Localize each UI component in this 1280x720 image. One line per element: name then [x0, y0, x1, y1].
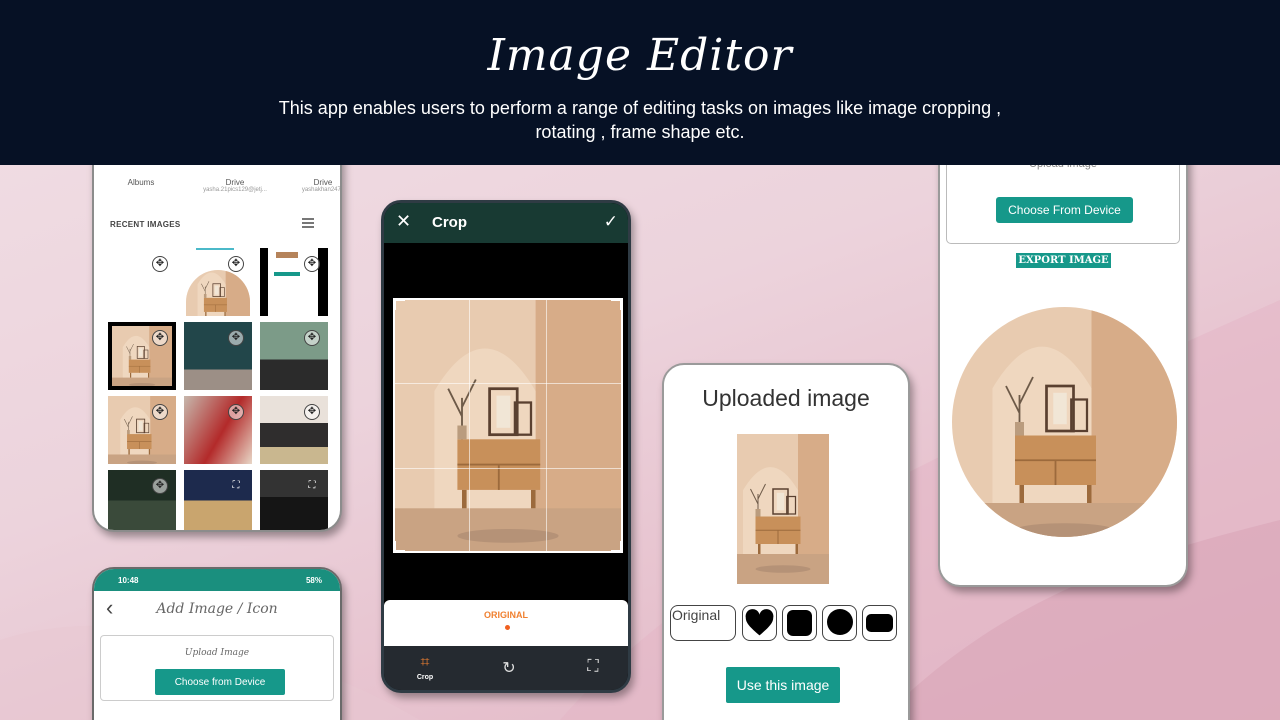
uploaded-image-phone: Uploaded image Original Use this image [662, 363, 910, 720]
select-icon[interactable]: ✥ [152, 256, 168, 272]
select-icon[interactable]: ✥ [228, 404, 244, 420]
confirm-check-icon[interactable]: ✓ [604, 212, 618, 232]
upload-card: Upload Image Choose from Device [100, 635, 334, 701]
list-view-icon[interactable] [302, 218, 314, 228]
selected-indicator [505, 625, 510, 630]
source-drive-2[interactable]: Drive yashakhan2478 [284, 178, 342, 193]
heart-shape-option[interactable] [742, 605, 777, 641]
select-icon[interactable]: ✥ [152, 404, 168, 420]
fit-icon: ⛶ [587, 658, 599, 675]
heart-icon [745, 609, 774, 636]
gallery-thumb[interactable]: ✥ [260, 396, 328, 464]
gallery-thumb[interactable]: ⛶ [260, 470, 328, 530]
select-icon[interactable]: ✥ [228, 256, 244, 272]
crop-icon: ⌗ [420, 654, 430, 671]
export-phone: Upload image Choose From Device EXPORT I… [938, 120, 1188, 587]
status-time: 10:48 [118, 576, 139, 585]
choose-from-device-button[interactable]: Choose from Device [155, 669, 285, 695]
select-icon[interactable]: ✥ [152, 478, 168, 494]
crop-handle[interactable] [611, 541, 623, 553]
recent-images-label: RECENT IMAGES [110, 220, 181, 229]
crop-handle[interactable] [393, 298, 405, 310]
status-battery: 58% [305, 576, 322, 585]
select-icon[interactable]: ✥ [152, 330, 168, 346]
gallery-thumb[interactable]: ✥ [108, 470, 176, 530]
rotate-tool[interactable]: ↻ [496, 658, 522, 678]
fit-tool[interactable]: ⛶ [580, 658, 606, 676]
select-icon[interactable]: ✥ [304, 404, 320, 420]
expand-icon[interactable]: ⛶ [228, 478, 244, 494]
gallery-thumb[interactable]: ✥ [108, 396, 176, 464]
source-account: yashakhan2478 [301, 187, 342, 193]
source-albums[interactable]: Albums [112, 178, 170, 187]
gallery-thumb[interactable]: ✥ [108, 322, 176, 390]
uploaded-preview [737, 434, 829, 584]
close-icon[interactable]: ✕ [396, 211, 411, 232]
page-title: Image Editor [487, 30, 793, 81]
circle-shape-option[interactable] [822, 605, 857, 641]
aspect-ratio-bar: ORIGINAL [384, 600, 628, 646]
crop-handle[interactable] [611, 298, 623, 310]
source-label: Drive [225, 178, 245, 187]
expand-icon[interactable]: ⛶ [304, 478, 320, 494]
header-banner: Image Editor This app enables users to p… [0, 0, 1280, 165]
rotate-icon: ↻ [502, 660, 516, 677]
crop-phone: ✕ Crop ✓ ORIGINAL ⌗ Crop ↻ ⛶ [381, 200, 631, 693]
rounded-square-icon [787, 610, 812, 636]
gallery-thumb[interactable]: ✥ [184, 322, 252, 390]
use-this-image-button[interactable]: Use this image [726, 667, 840, 703]
gallery-thumb[interactable]: ✥ [108, 248, 176, 316]
crop-handle[interactable] [393, 541, 405, 553]
rounded-square-shape-option[interactable] [782, 605, 817, 641]
gallery-thumb[interactable]: ✥ [260, 248, 328, 316]
export-image-button[interactable]: EXPORT IMAGE [1016, 253, 1111, 268]
choose-from-device-button[interactable]: Choose From Device [996, 197, 1133, 223]
aspect-original-option[interactable]: ORIGINAL [384, 610, 628, 620]
crop-frame [393, 298, 623, 553]
select-icon[interactable]: ✥ [228, 330, 244, 346]
circle-cropped-image [952, 307, 1177, 537]
shape-original-option[interactable]: Original [670, 605, 736, 641]
status-bar: 10:48 58% [94, 569, 340, 591]
crop-area[interactable] [393, 298, 623, 553]
crop-tool[interactable]: ⌗ Crop [412, 654, 438, 681]
source-account: yasha.21pics129@jetj... [203, 187, 267, 193]
screen-title: Add Image / Icon [156, 601, 278, 617]
page-subtitle: This app enables users to perform a rang… [278, 98, 1002, 142]
crop-tool-label: Crop [416, 674, 434, 681]
source-label: Albums [127, 178, 155, 187]
gallery-thumb[interactable]: ✥ [184, 248, 252, 316]
upload-label: Upload Image [184, 648, 250, 658]
crop-title: Crop [432, 214, 467, 231]
circle-icon [827, 609, 853, 635]
source-drive-1[interactable]: Drive yasha.21pics129@jetj... [192, 178, 278, 193]
rounded-rectangle-icon [866, 614, 893, 632]
uploaded-heading: Uploaded image [702, 385, 870, 411]
gallery-thumb[interactable]: ✥ [260, 322, 328, 390]
add-image-phone: 10:48 58% ‹ Add Image / Icon Upload Imag… [92, 567, 342, 720]
gallery-thumb[interactable]: ✥ [184, 396, 252, 464]
source-row: Albums Drive yasha.21pics129@jetj... Dri… [94, 178, 342, 208]
gallery-phone: Albums Drive yasha.21pics129@jetj... Dri… [92, 120, 342, 532]
rounded-rectangle-shape-option[interactable] [862, 605, 897, 641]
crop-tools-bar: ⌗ Crop ↻ ⛶ [384, 646, 628, 690]
crop-toolbar: ✕ Crop ✓ [384, 203, 628, 243]
source-label: Drive [313, 178, 333, 187]
select-icon[interactable]: ✥ [304, 256, 320, 272]
gallery-thumb[interactable]: ⛶ [184, 470, 252, 530]
select-icon[interactable]: ✥ [304, 330, 320, 346]
